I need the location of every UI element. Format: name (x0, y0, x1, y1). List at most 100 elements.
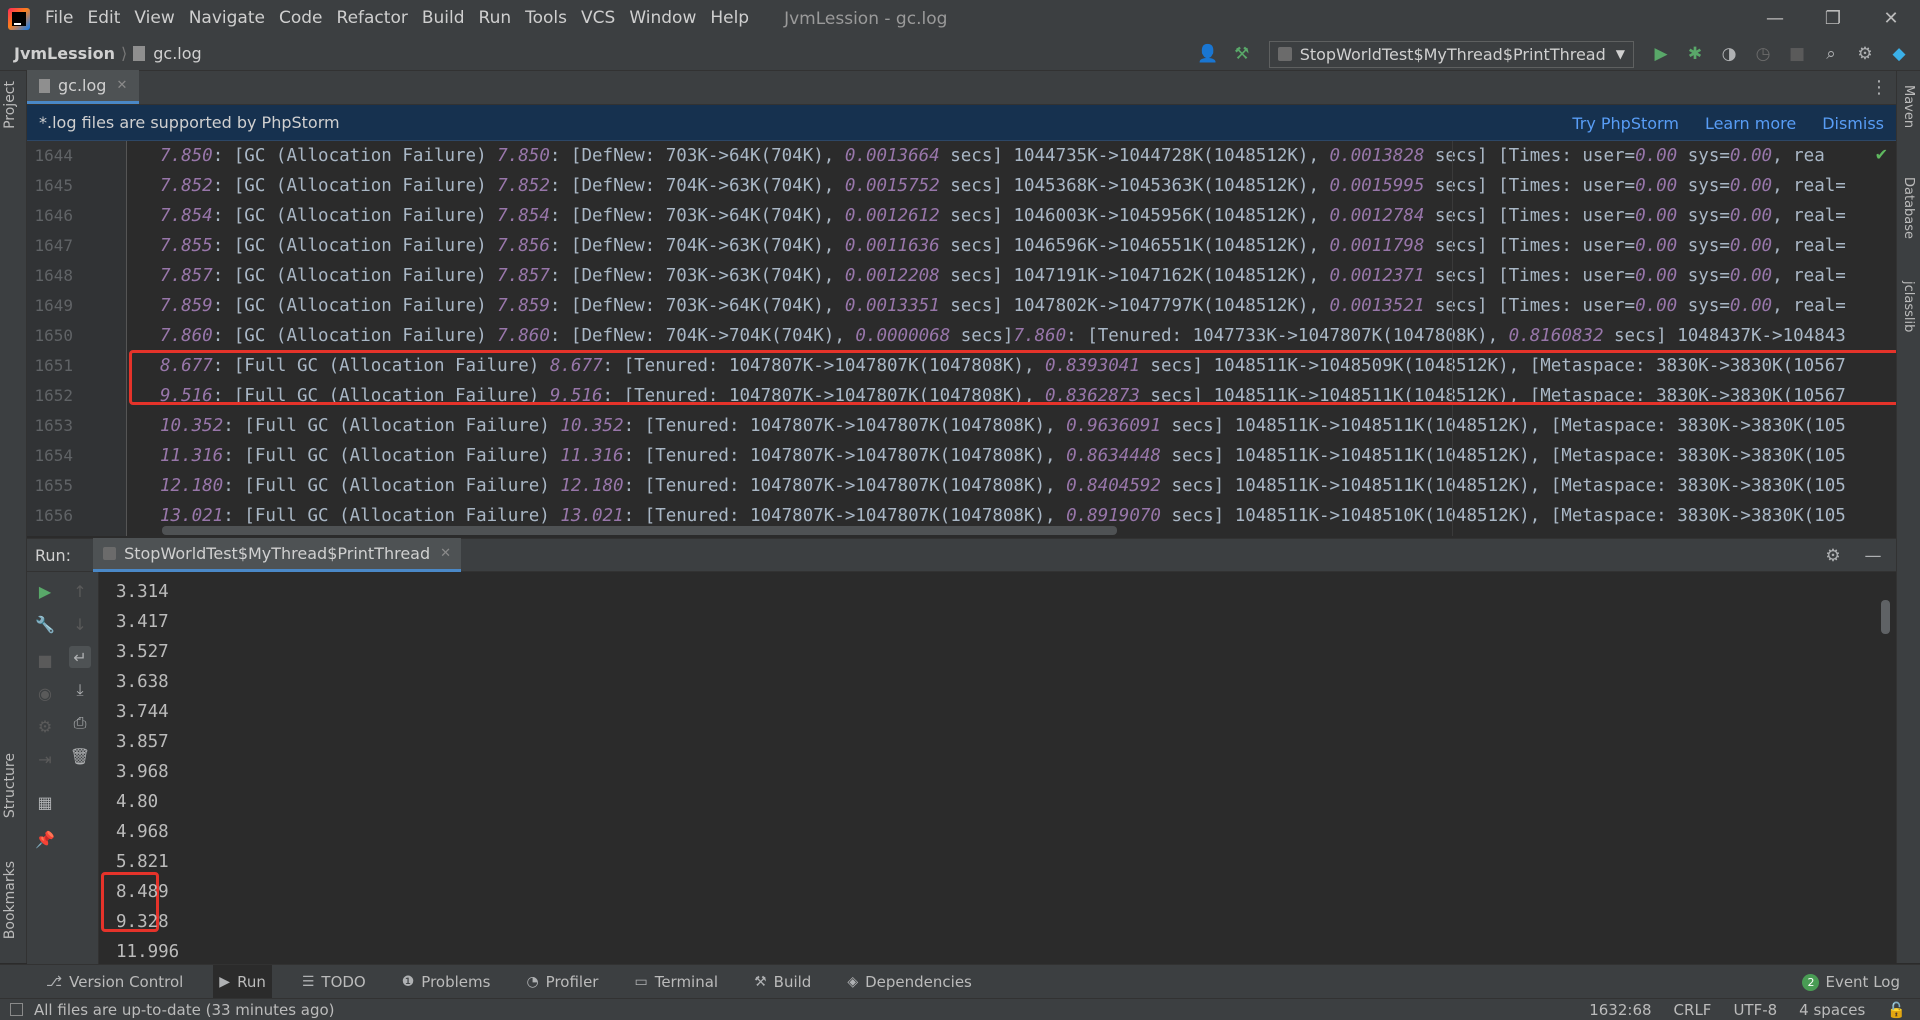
more-vertical-icon[interactable]: ⋮ (1870, 77, 1888, 98)
line-separator[interactable]: CRLF (1674, 1001, 1712, 1019)
build-hammer-icon[interactable]: ⚒ (1229, 41, 1255, 67)
menu-file[interactable]: File (38, 0, 80, 37)
learn-more-link[interactable]: Learn more (1705, 114, 1796, 133)
camera-icon[interactable]: ◉ (34, 682, 56, 704)
stop-icon[interactable]: ■ (1784, 41, 1810, 67)
code-line-text: 7.857: [GC (Allocation Failure) 7.857: [… (160, 261, 1846, 291)
text-token: sys= (1677, 146, 1730, 166)
run-icon[interactable]: ▶ (1648, 41, 1674, 67)
exit-icon[interactable]: ⇥ (34, 748, 56, 770)
tool-todo[interactable]: ☰ TODO (296, 965, 372, 999)
stop-icon[interactable]: ■ (34, 649, 56, 671)
file-encoding[interactable]: UTF-8 (1733, 1001, 1777, 1019)
structure-tool-tab[interactable]: Structure (2, 753, 18, 818)
line-number: 1654 (34, 446, 73, 465)
status-panel-icon[interactable] (10, 1003, 23, 1016)
gear-icon[interactable]: ⚙ (1852, 41, 1878, 67)
bookmarks-tool-tab[interactable]: Bookmarks (2, 861, 18, 939)
numeric-token: 7.860 (497, 326, 550, 346)
scroll-to-end-icon[interactable]: ⤓ (69, 679, 91, 701)
close-icon[interactable]: ✕ (116, 78, 127, 93)
numeric-token: 7.856 (497, 236, 550, 256)
menu-view[interactable]: View (127, 0, 181, 37)
dependencies-icon: ◈ (847, 973, 859, 990)
file-icon (39, 78, 50, 93)
database-tool-tab[interactable]: Database (1901, 177, 1916, 239)
lock-icon[interactable]: 🔓 (1887, 1001, 1906, 1019)
breadcrumb-file[interactable]: gc.log (133, 44, 202, 63)
maven-tool-tab[interactable]: Maven (1901, 85, 1916, 128)
menu-vcs[interactable]: VCS (574, 0, 622, 37)
tool-version-control[interactable]: ⎇ Version Control (40, 965, 189, 999)
numeric-token: 0.8404592 (1066, 476, 1161, 496)
rerun-icon[interactable]: ▶ (34, 580, 56, 602)
menu-navigate[interactable]: Navigate (182, 0, 272, 37)
menu-tools[interactable]: Tools (518, 0, 574, 37)
try-phpstorm-link[interactable]: Try PhpStorm (1572, 114, 1679, 133)
gear-icon[interactable]: ⚙ (1820, 543, 1846, 569)
trash-icon[interactable]: 🗑 (69, 745, 91, 767)
tool-terminal[interactable]: ▭ Terminal (628, 965, 724, 999)
editor-tab-bar: gc.log ✕ ⋮ (27, 70, 1896, 105)
search-icon[interactable]: ⌕ (1818, 41, 1844, 67)
profile-icon[interactable]: ◷ (1750, 41, 1776, 67)
layout-icon[interactable]: ▦ (34, 791, 56, 813)
menu-refactor[interactable]: Refactor (330, 0, 415, 37)
menu-edit[interactable]: Edit (80, 0, 127, 37)
code-area[interactable]: 7.850: [GC (Allocation Failure) 7.850: [… (127, 141, 1896, 536)
minimize-icon[interactable]: — (1860, 543, 1886, 569)
run-config-label: StopWorldTest$MyThread$PrintThread (1299, 44, 1606, 64)
dismiss-link[interactable]: Dismiss (1822, 114, 1884, 133)
pin-icon[interactable]: 📌 (34, 828, 56, 850)
text-token: secs] 1048437K->104843 (1603, 326, 1846, 346)
numeric-token: 0.0013828 (1329, 146, 1425, 166)
restore-button[interactable]: ❐ (1804, 0, 1862, 37)
soft-wrap-icon[interactable]: ↵ (69, 646, 91, 668)
indent-setting[interactable]: 4 spaces (1799, 1001, 1865, 1019)
caret-position[interactable]: 1632:68 (1589, 1001, 1651, 1019)
console-line: 3.857 (116, 732, 169, 752)
tool-dependencies[interactable]: ◈ Dependencies (841, 965, 978, 999)
coverage-icon[interactable]: ◑ (1716, 41, 1742, 67)
text-token: , real= (1772, 206, 1846, 226)
vertical-scrollbar[interactable] (1881, 600, 1890, 634)
profiler-icon: ◔ (526, 973, 539, 990)
menu-help[interactable]: Help (703, 0, 756, 37)
project-tool-tab[interactable]: Project (2, 81, 18, 129)
tool-run[interactable]: ▶ Run (213, 964, 272, 999)
menu-build[interactable]: Build (415, 0, 472, 37)
minimize-button[interactable]: — (1746, 0, 1804, 37)
menu-code[interactable]: Code (272, 0, 330, 37)
editor-tab-gc-log[interactable]: gc.log ✕ (27, 70, 140, 104)
menu-run[interactable]: Run (472, 0, 519, 37)
tool-build[interactable]: ⚒ Build (748, 965, 817, 999)
code-editor[interactable]: 1644 1645 1646 1647 1648 1649 1650 1651 1652 1653… (27, 141, 1896, 536)
up-arrow-icon[interactable]: ↑ (69, 580, 91, 602)
down-arrow-icon[interactable]: ↓ (69, 613, 91, 635)
console-line: 3.527 (116, 642, 169, 662)
tool-problems[interactable]: ❶ Problems (396, 965, 497, 999)
run-console-output[interactable]: 3.314 3.417 3.527 3.638 3.744 3.857 3.968 4.80 4… (99, 572, 1896, 964)
numeric-token: 7.860 (1013, 326, 1067, 346)
close-icon[interactable]: ✕ (440, 546, 451, 561)
wrench-icon[interactable]: 🔧 (34, 613, 56, 635)
run-config-selector[interactable]: StopWorldTest$MyThread$PrintThread ▼ (1268, 40, 1634, 68)
settings-dim-icon[interactable]: ⚙ (34, 715, 56, 737)
print-icon[interactable]: ⎙ (69, 712, 91, 734)
text-token: secs] 1048511K->1048511K(1048512K), [Met… (1160, 476, 1846, 496)
debug-icon[interactable]: ✱ (1682, 41, 1708, 67)
user-icon[interactable]: 👤 (1195, 41, 1221, 67)
jetbrains-toolbox-icon[interactable]: ◆ (1886, 41, 1912, 67)
numeric-token: 0.0013351 (844, 296, 940, 316)
event-log-button[interactable]: 2 Event Log (1802, 965, 1900, 999)
breadcrumb-project[interactable]: JvmLession (0, 44, 115, 63)
run-tab[interactable]: StopWorldTest$MyThread$PrintThread ✕ (93, 538, 462, 572)
horizontal-scrollbar[interactable] (162, 526, 1117, 535)
menu-window[interactable]: Window (622, 0, 703, 37)
jclasslib-tool-tab[interactable]: jclasslib (1901, 281, 1916, 332)
close-window-button[interactable]: ✕ (1862, 0, 1920, 37)
numeric-token: 0.00 (1635, 266, 1678, 286)
line-number: 1651 (34, 356, 73, 375)
tool-profiler[interactable]: ◔ Profiler (520, 965, 604, 999)
line-number: 1645 (34, 176, 73, 195)
